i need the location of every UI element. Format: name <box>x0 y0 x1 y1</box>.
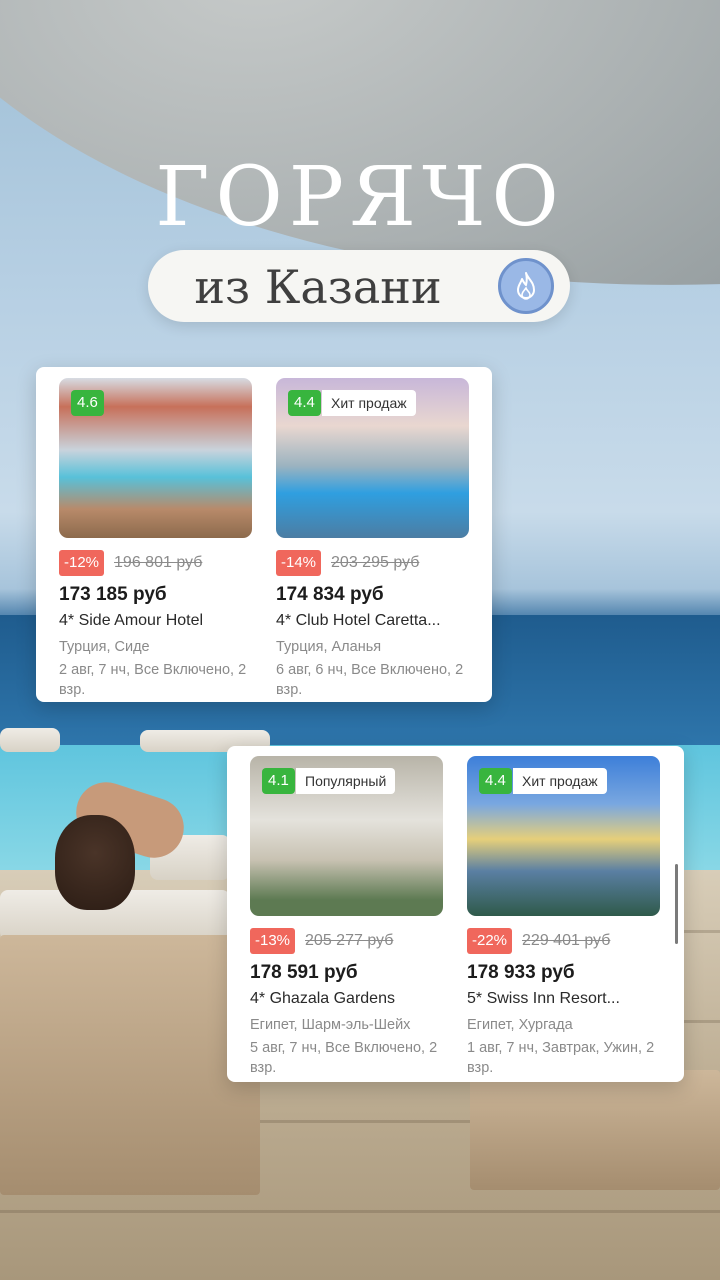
price: 178 591 руб <box>250 962 358 983</box>
headline: ГОРЯЧО <box>155 150 565 245</box>
hotel-photo: 4.6 <box>59 378 252 538</box>
price: 174 834 руб <box>276 584 384 605</box>
rating-badge: 4.6 <box>71 390 104 416</box>
trip-details: 5 авг, 7 нч, Все Включено, 2 взр. <box>250 1040 438 1076</box>
price: 173 185 руб <box>59 584 167 605</box>
trip-details: 2 авг, 7 нч, Все Включено, 2 взр. <box>59 662 247 698</box>
offers-panel-bottom: 4.1 Популярный -13% 205 277 руб 178 591 … <box>227 746 684 1082</box>
fire-icon <box>498 258 554 314</box>
sunbed-right-frame <box>470 1070 720 1190</box>
old-price: 229 401 руб <box>522 932 611 949</box>
old-price: 203 295 руб <box>331 554 420 571</box>
hotel-name: 4* Side Amour Hotel <box>59 612 204 629</box>
label-badge: Хит продаж <box>322 390 416 416</box>
rating-badge: 4.4 <box>479 768 512 794</box>
old-price: 205 277 руб <box>305 932 394 949</box>
offer-card[interactable]: 4.4 Хит продаж -14% 203 295 руб 174 834 … <box>276 378 469 700</box>
discount-badge: -13% <box>250 928 296 954</box>
location: Турция, Сиде <box>59 639 150 655</box>
location: Египет, Хургада <box>467 1017 573 1033</box>
trip-details: 1 авг, 7 нч, Завтрак, Ужин, 2 взр. <box>467 1040 655 1076</box>
discount-badge: -14% <box>276 550 322 576</box>
old-price: 196 801 руб <box>114 554 203 571</box>
location: Турция, Аланья <box>276 639 382 655</box>
hotel-photo: 4.4 Хит продаж <box>467 756 660 916</box>
rating-badge: 4.4 <box>288 390 321 416</box>
discount-badge: -22% <box>467 928 513 954</box>
hotel-name: 5* Swiss Inn Resort... <box>467 990 620 1007</box>
price: 178 933 руб <box>467 962 575 983</box>
offers-panel-top: 4.6 -12% 196 801 руб 173 185 руб 4* Side… <box>36 367 492 702</box>
origin-text: из Казани <box>194 260 442 314</box>
hotel-name: 4* Club Hotel Caretta... <box>276 612 441 629</box>
sunbed-far <box>0 728 60 752</box>
trip-details: 6 авг, 6 нч, Все Включено, 2 взр. <box>276 662 464 698</box>
hotel-photo: 4.1 Популярный <box>250 756 443 916</box>
rating-badge: 4.1 <box>262 768 295 794</box>
location: Египет, Шарм-эль-Шейх <box>250 1017 411 1033</box>
offer-card[interactable]: 4.6 -12% 196 801 руб 173 185 руб 4* Side… <box>59 378 252 700</box>
person <box>55 815 135 910</box>
label-badge: Популярный <box>296 768 396 794</box>
origin-pill: из Казани <box>148 250 570 322</box>
discount-badge: -12% <box>59 550 105 576</box>
scrollbar[interactable] <box>675 864 678 944</box>
offer-card[interactable]: 4.1 Популярный -13% 205 277 руб 178 591 … <box>250 756 443 1078</box>
hotel-name: 4* Ghazala Gardens <box>250 990 395 1007</box>
sunbed-left-frame <box>0 935 260 1195</box>
label-badge: Хит продаж <box>513 768 607 794</box>
offer-card[interactable]: 4.4 Хит продаж -22% 229 401 руб 178 933 … <box>467 756 660 1078</box>
hotel-photo: 4.4 Хит продаж <box>276 378 469 538</box>
